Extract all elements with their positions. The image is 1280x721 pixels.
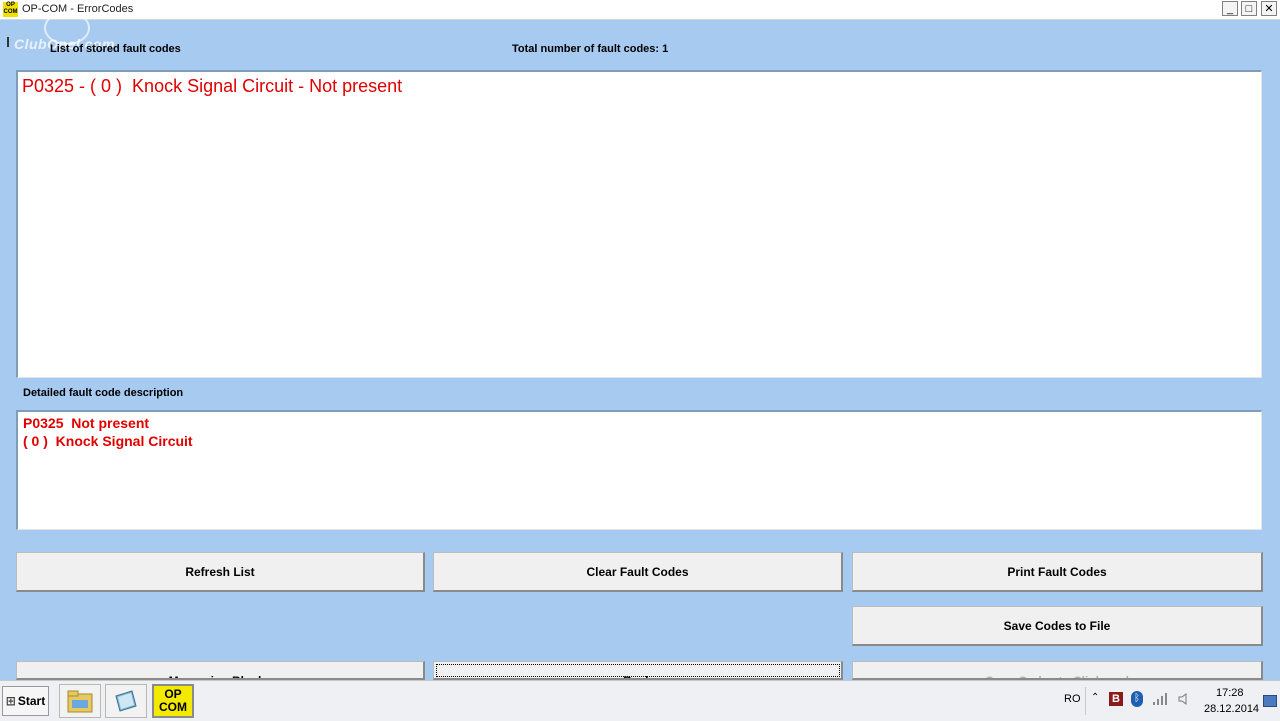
- fault-list-label: List of stored fault codes: [50, 43, 181, 55]
- total-fault-codes: Total number of fault codes: 1: [512, 43, 668, 55]
- taskbar: ⊞ Start OP COM RO ⌃ B ᛒ 17:28 28.12.2014: [0, 680, 1280, 721]
- measuring-blocks-button[interactable]: Measuring Blocks: [16, 661, 425, 680]
- back-button[interactable]: Back: [433, 661, 843, 680]
- description-line: ( 0 ) Knock Signal Circuit: [23, 433, 193, 449]
- copy-clipboard-button[interactable]: Copy Codes to Clipboard: [852, 661, 1263, 680]
- show-desktop-icon[interactable]: [1263, 695, 1277, 707]
- notepad-task[interactable]: [105, 684, 147, 718]
- language-indicator[interactable]: RO: [1064, 693, 1081, 705]
- app-icon: OP COM: [3, 2, 18, 17]
- show-hidden-icons-icon[interactable]: ⌃: [1091, 692, 1099, 703]
- total-fault-codes-value: 1: [662, 43, 669, 55]
- tray-divider: [1085, 687, 1086, 715]
- description-line: P0325 Not present: [23, 415, 150, 431]
- description-label: Detailed fault code description: [23, 387, 184, 399]
- fault-description-box[interactable]: P0325 Not present ( 0 ) Knock Signal Cir…: [16, 410, 1262, 530]
- fault-code-list[interactable]: P0325 - ( 0 ) Knock Signal Circuit - Not…: [16, 70, 1262, 378]
- clear-fault-codes-button[interactable]: Clear Fault Codes: [433, 552, 843, 592]
- clock-time[interactable]: 17:28: [1216, 687, 1244, 699]
- text-cursor-mark: [7, 37, 9, 47]
- maximize-button[interactable]: □: [1241, 1, 1257, 16]
- total-fault-codes-label: Total number of fault codes:: [512, 43, 660, 55]
- start-button[interactable]: ⊞ Start: [2, 686, 49, 716]
- bluetooth-icon[interactable]: ᛒ: [1131, 691, 1143, 707]
- fault-code-item[interactable]: P0325 - ( 0 ) Knock Signal Circuit - Not…: [22, 76, 1261, 97]
- opcom-task[interactable]: OP COM: [152, 684, 194, 718]
- title-bar: OP COM OP-COM - ErrorCodes _ □ ✕: [0, 0, 1280, 20]
- save-codes-button[interactable]: Save Codes to File: [852, 606, 1263, 646]
- minimize-button[interactable]: _: [1222, 1, 1238, 16]
- signal-strength-icon[interactable]: [1152, 692, 1168, 706]
- b-app-tray-icon[interactable]: B: [1109, 692, 1123, 706]
- volume-icon[interactable]: [1177, 692, 1191, 706]
- refresh-list-button[interactable]: Refresh List: [16, 552, 425, 592]
- clock-date[interactable]: 28.12.2014: [1204, 703, 1259, 715]
- opcom-task-label: OP COM: [159, 687, 187, 714]
- app-icon-label: OP COM: [3, 2, 18, 15]
- print-fault-codes-button[interactable]: Print Fault Codes: [852, 552, 1263, 592]
- start-label: Start: [17, 694, 46, 708]
- windows-logo-icon: ⊞: [5, 694, 16, 708]
- notebook-icon: [115, 690, 137, 712]
- close-button[interactable]: ✕: [1261, 1, 1277, 16]
- file-explorer-task[interactable]: [59, 684, 101, 718]
- folder-icon: [67, 690, 93, 713]
